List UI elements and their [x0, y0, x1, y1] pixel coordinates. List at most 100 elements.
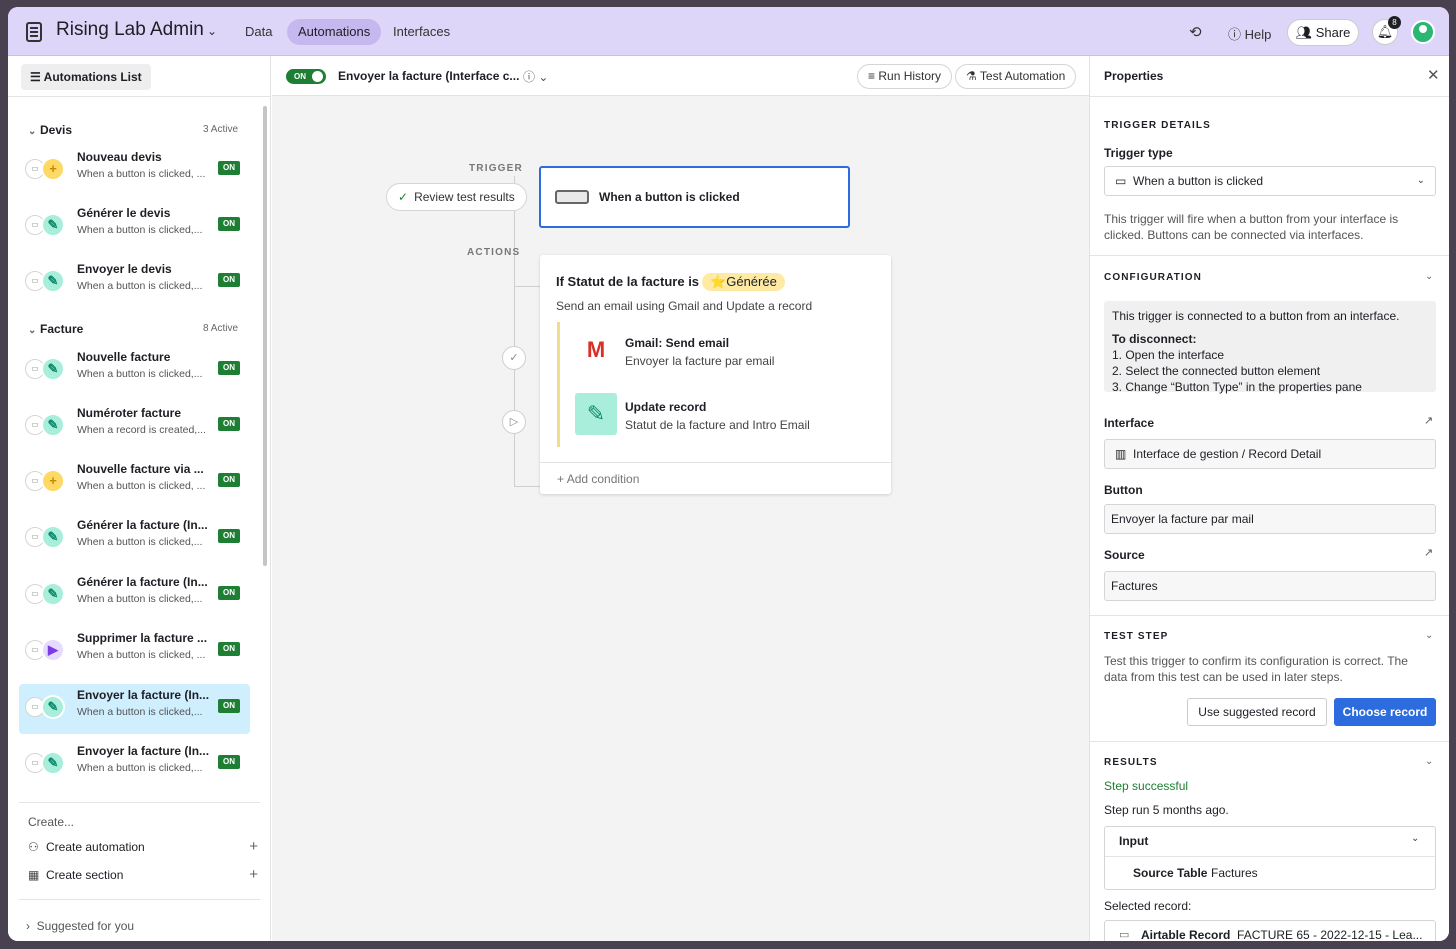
automation-list-item[interactable]: ▭ ✎ Envoyer la facture (In... When a button… — [19, 684, 250, 734]
automation-description: When a button is clicked,... — [77, 280, 203, 292]
nav-automations[interactable]: Automations — [287, 19, 382, 45]
avatar[interactable] — [1411, 20, 1435, 44]
status-badge: ON — [218, 417, 240, 431]
share-button[interactable]: 👥︎ Share — [1287, 19, 1359, 46]
nav-data[interactable]: Data — [234, 19, 283, 45]
nav-interfaces[interactable]: Interfaces — [382, 19, 461, 45]
suggested-for-you[interactable]: › Suggested for you — [26, 919, 134, 933]
button-label: Button — [1104, 483, 1143, 497]
automations-list-button[interactable]: ☰ Automations List — [21, 64, 151, 90]
step-update-name[interactable]: Update record — [625, 400, 706, 414]
automation-toggle[interactable]: ON — [286, 69, 326, 84]
app-title[interactable]: Rising Lab Admin — [56, 19, 204, 41]
pencil-icon: ✎ — [41, 269, 65, 293]
selected-record-label: Selected record: — [1104, 899, 1192, 913]
status-badge: ON — [218, 161, 240, 175]
suggested-label: Suggested for you — [36, 919, 135, 933]
status-badge: ON — [218, 529, 240, 543]
selected-record-field[interactable]: ▭ Airtable Record FACTURE 65 - 2022-12-15… — [1104, 920, 1436, 941]
sidebar-scrollbar[interactable] — [263, 106, 267, 566]
flow-line — [514, 286, 540, 287]
run-history-button[interactable]: ≡ Run History — [857, 64, 953, 89]
create-automation-button[interactable]: ⚇ Create automation + — [28, 838, 258, 855]
help-icon: ⓘ — [1228, 27, 1242, 42]
review-test-results-button[interactable]: ✓ Review test results — [386, 183, 527, 211]
create-section-button[interactable]: ▦ Create section + — [28, 866, 258, 883]
test-step-heading[interactable]: TEST STEP — [1104, 631, 1168, 642]
automation-name: Nouveau devis — [77, 150, 162, 164]
interface-label: Interface — [1104, 416, 1155, 430]
step-successful: Step successful — [1104, 779, 1189, 793]
record-value: FACTURE 65 - 2022-12-15 - Lea... — [1237, 928, 1423, 941]
automation-list-item[interactable]: ▭ + Nouveau devis When a button is clicked,… — [19, 146, 250, 196]
divider — [540, 462, 891, 463]
condition-card[interactable]: If Statut de la facture is ⭐Générée Send … — [540, 255, 891, 494]
external-link-icon[interactable]: ↗ — [1424, 414, 1433, 427]
automation-list-item[interactable]: ▭ + Nouvelle facture via ... When a button … — [19, 458, 250, 508]
results-heading[interactable]: RESULTS — [1104, 757, 1158, 768]
use-suggested-record-button[interactable]: Use suggested record — [1187, 698, 1327, 726]
app-icon[interactable] — [26, 22, 42, 42]
people-icon: 👥︎ — [1295, 25, 1313, 40]
chevron-down-icon[interactable]: ⌄ — [1425, 271, 1433, 282]
chevron-down-icon[interactable]: ⌄ — [1425, 756, 1433, 767]
configuration-heading[interactable]: CONFIGURATION — [1104, 272, 1202, 283]
condition-value: Générée — [726, 274, 777, 289]
automation-list-item[interactable]: ▭ ✎ Numéroter facture When a record is crea… — [19, 402, 250, 452]
trigger-card[interactable]: When a button is clicked — [539, 166, 850, 228]
automation-description: When a button is clicked, ... — [77, 168, 206, 180]
source-label: Source — [1104, 548, 1145, 562]
external-link-icon[interactable]: ↗ — [1424, 546, 1433, 559]
check-icon[interactable]: ✓ — [502, 346, 526, 370]
add-condition-button[interactable]: + Add condition — [557, 472, 639, 486]
automation-toolbar: ON Envoyer la facture (Interface c... ⓘ … — [272, 56, 1089, 96]
properties-title: Properties — [1104, 69, 1164, 83]
status-badge: ON — [218, 273, 240, 287]
trigger-label: TRIGGER — [469, 163, 523, 174]
section-devis[interactable]: ⌄ Devis — [28, 123, 72, 137]
info-icon[interactable]: ⓘ ⌄ — [523, 68, 548, 85]
automation-list-item[interactable]: ▭ ✎ Nouvelle facture When a button is click… — [19, 346, 250, 396]
automation-list-item[interactable]: ▭ ✎ Générer la facture (In... When a button… — [19, 571, 250, 621]
help-label: Help — [1244, 27, 1272, 42]
test-automation-button[interactable]: ⚗ Test Automation — [955, 64, 1077, 89]
config-line: To disconnect: — [1112, 332, 1197, 346]
history-icon[interactable]: ⟲ — [1189, 23, 1202, 41]
trigger-type-select[interactable]: ▭ When a button is clicked ⌄ — [1104, 166, 1436, 196]
plus-icon: + — [41, 469, 65, 493]
button-icon — [555, 190, 589, 204]
chevron-down-icon[interactable]: ⌄ — [207, 24, 217, 38]
automation-description: When a button is clicked,... — [77, 762, 203, 774]
automation-title[interactable]: Envoyer la facture (Interface c... — [338, 69, 519, 83]
chevron-down-icon[interactable]: ⌄ — [1411, 833, 1419, 844]
automation-list-item[interactable]: ▭ ✎ Générer la facture (In... When a button… — [19, 514, 250, 564]
automation-list-item[interactable]: ▭ ✎ Envoyer le devis When a button is click… — [19, 258, 250, 308]
input-toggle[interactable]: Input — [1119, 834, 1148, 848]
interface-field[interactable]: ▥ Interface de gestion / Record Detail — [1104, 439, 1436, 469]
button-icon: ▭ — [1119, 929, 1130, 941]
divider — [1090, 255, 1449, 256]
choose-record-button[interactable]: Choose record — [1334, 698, 1436, 726]
automation-list-item[interactable]: ▭ ✎ Envoyer la facture (In... When a button… — [19, 740, 250, 790]
automation-name: Générer la facture (In... — [77, 518, 208, 532]
trigger-text: When a button is clicked — [599, 190, 740, 204]
condition-subtitle: Send an email using Gmail and Update a r… — [556, 299, 813, 313]
automation-list-item[interactable]: ▭ ▶ Supprimer la facture ... When a button … — [19, 627, 250, 677]
status-badge: ON — [218, 217, 240, 231]
chevron-right-icon: › — [26, 919, 30, 933]
button-field[interactable]: Envoyer la facture par mail — [1104, 504, 1436, 534]
source-field[interactable]: Factures — [1104, 571, 1436, 601]
close-icon[interactable]: ✕ — [1427, 66, 1440, 84]
play-icon[interactable]: ▷ — [502, 410, 526, 434]
button-icon: ▭ — [1115, 174, 1127, 188]
step-gmail-name[interactable]: Gmail: Send email — [625, 336, 729, 350]
section-facture[interactable]: ⌄ Facture — [28, 322, 83, 336]
pencil-icon: ✎ — [575, 393, 617, 435]
help-button[interactable]: ⓘ Help — [1228, 24, 1271, 43]
status-badge: ON — [218, 755, 240, 769]
condition-bar — [557, 322, 560, 447]
automation-name: Générer le devis — [77, 206, 171, 220]
automation-list-item[interactable]: ▭ ✎ Générer le devis When a button is click… — [19, 202, 250, 252]
chevron-down-icon[interactable]: ⌄ — [1425, 630, 1433, 641]
chevron-down-icon: ⌄ — [28, 126, 37, 137]
